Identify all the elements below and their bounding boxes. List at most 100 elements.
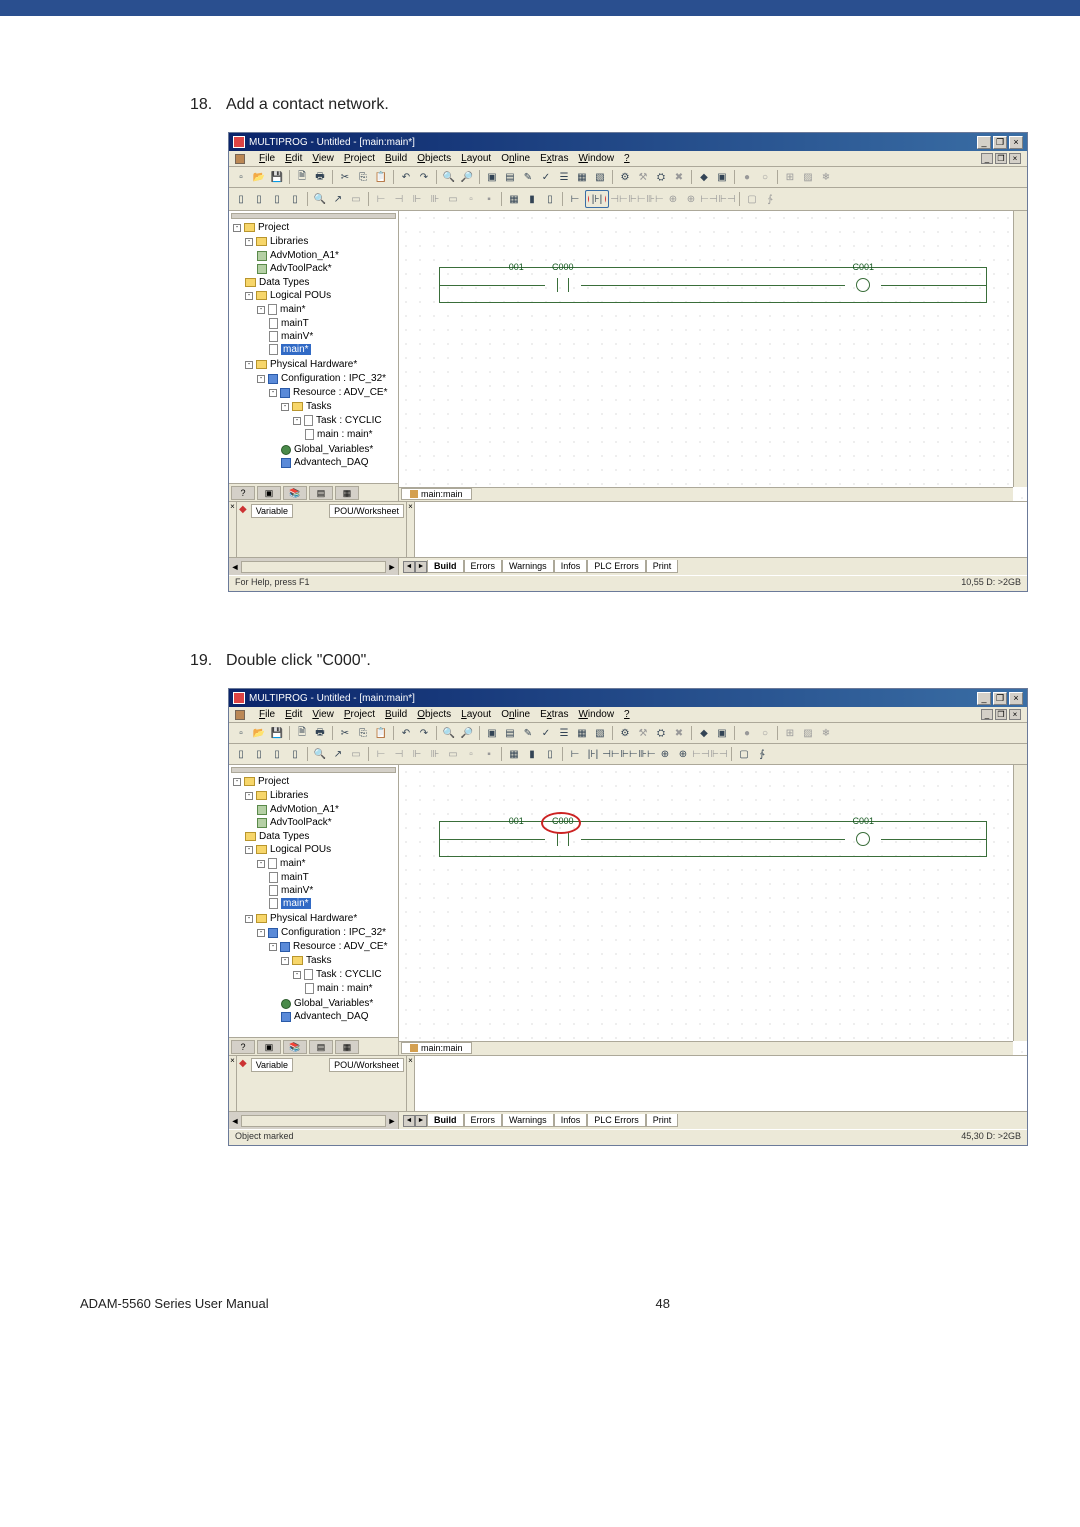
block-icon-2[interactable]: ▭ [445, 746, 461, 762]
coil-right-icon[interactable]: ⊕ [665, 191, 681, 207]
canvas-hscroll[interactable]: main:main [399, 487, 1013, 501]
mdi-min-button[interactable]: _ [981, 153, 993, 164]
worksheet-1-icon[interactable]: ▯ [233, 191, 249, 207]
overwrite-icon-2[interactable]: ▨ [800, 725, 816, 741]
project-control-icon[interactable]: ◆ [696, 169, 712, 185]
print-preview-icon[interactable]: 🗎 [294, 169, 310, 185]
output-tab-warnings[interactable]: Warnings [502, 560, 554, 573]
tree-lib-2-2[interactable]: AdvToolPack* [257, 816, 396, 829]
tree-tab-help-2[interactable]: ? [231, 1040, 255, 1054]
tree-tab-lib-2[interactable]: 📚 [283, 1040, 307, 1054]
tree-maint-2[interactable]: mainT [269, 871, 396, 884]
tree-tasks-2[interactable]: -Tasks [281, 954, 396, 967]
var-header-variable-2[interactable]: Variable [251, 1058, 293, 1072]
tree-lib-2[interactable]: AdvToolPack* [257, 262, 396, 275]
menu-file[interactable]: File [259, 153, 275, 164]
overwrite-icon[interactable]: ▨ [800, 169, 816, 185]
connect-3-icon-2[interactable]: ⊩ [409, 746, 425, 762]
make-icon-2[interactable]: ⚙ [617, 725, 633, 741]
contact-c000[interactable]: 001 C000 [545, 278, 581, 292]
worksheet-1-icon-2[interactable]: ▯ [233, 746, 249, 762]
panel-2-icon[interactable]: ▤ [502, 169, 518, 185]
canvas-hscroll-2[interactable]: main:main [399, 1041, 1013, 1055]
output-tab-plcerrors[interactable]: PLC Errors [587, 560, 646, 573]
worksheet-4-icon-2[interactable]: ▯ [287, 746, 303, 762]
tree-maint[interactable]: mainT [269, 317, 396, 330]
tree-task-2[interactable]: -Task : CYCLIC [293, 968, 396, 981]
stop-build-icon-2[interactable]: ✖ [671, 725, 687, 741]
tree-main-2[interactable]: -main* [257, 857, 396, 870]
zoom-in-icon-2[interactable]: 🔍 [441, 725, 457, 741]
var-header-pou[interactable]: POU/Worksheet [329, 504, 404, 518]
canvas-vscroll-2[interactable] [1013, 765, 1027, 1041]
tree-globals[interactable]: Global_Variables* [281, 443, 396, 456]
zoom-in-icon[interactable]: 🔍 [441, 169, 457, 185]
tree-root-2[interactable]: -Project [233, 775, 396, 788]
mdi-close-button-2[interactable]: × [1009, 709, 1021, 720]
connect-3-icon[interactable]: ⊩ [409, 191, 425, 207]
menu-view-2[interactable]: View [312, 709, 334, 720]
tree-mainv-2[interactable]: mainV* [269, 884, 396, 897]
canvas-tab-main-2[interactable]: main:main [401, 1042, 472, 1054]
tree-lib-1-2[interactable]: AdvMotion_A1* [257, 803, 396, 816]
mark-icon[interactable]: ▭ [348, 191, 364, 207]
print-icon[interactable]: 🖶 [312, 169, 328, 185]
func-icon[interactable]: ∱ [762, 191, 778, 207]
var-lookup-icon[interactable]: 🔍 [312, 191, 328, 207]
grid-icon-2[interactable]: ▦ [506, 746, 522, 762]
panel-4-icon-2[interactable]: ▦ [574, 725, 590, 741]
rebuild-icon[interactable]: ⛭ [653, 169, 669, 185]
var-header-variable[interactable]: Variable [251, 504, 293, 518]
debug-off-icon-2[interactable]: ○ [757, 725, 773, 741]
menu-help-2[interactable]: ? [624, 709, 630, 720]
paste-icon[interactable]: 📋 [373, 169, 389, 185]
menu-layout-2[interactable]: Layout [461, 709, 491, 720]
force-icon-2[interactable]: ⊞ [782, 725, 798, 741]
force-icon[interactable]: ⊞ [782, 169, 798, 185]
debug-off-icon[interactable]: ○ [757, 169, 773, 185]
menu-build[interactable]: Build [385, 153, 407, 164]
zoom-out-icon[interactable]: 🔎 [459, 169, 475, 185]
worksheet-2-icon-2[interactable]: ▯ [251, 746, 267, 762]
download-icon-2[interactable]: ▣ [714, 725, 730, 741]
contact-right-icon-2[interactable]: ⊣⊢ [603, 746, 619, 762]
output-tab-next-2[interactable]: ► [415, 1115, 427, 1127]
contact-below-icon-2[interactable]: ⊪⊢ [639, 746, 655, 762]
save-icon[interactable]: 💾 [269, 169, 285, 185]
output-tab-print[interactable]: Print [646, 560, 679, 573]
toggle-1-icon-2[interactable]: ⊢⊣ [693, 746, 709, 762]
tree-tasks[interactable]: -Tasks [281, 400, 396, 413]
tree-tab-inst[interactable]: ▦ [335, 486, 359, 500]
tree-resource-2[interactable]: -Resource : ADV_CE* [269, 940, 396, 953]
fb-icon[interactable]: ▢ [744, 191, 760, 207]
toggle-2-icon-2[interactable]: ⊩⊣ [711, 746, 727, 762]
menu-online[interactable]: Online [501, 153, 530, 164]
canvas-tab-main[interactable]: main:main [401, 488, 472, 500]
tree-tab-pou-2[interactable]: ▣ [257, 1040, 281, 1054]
menu-edit[interactable]: Edit [285, 153, 302, 164]
undo-icon[interactable]: ↶ [398, 169, 414, 185]
maximize-button-2[interactable]: ❐ [993, 692, 1007, 705]
output-tab-errors[interactable]: Errors [464, 560, 503, 573]
worksheet-3-icon[interactable]: ▯ [269, 191, 285, 207]
tree-tab-help[interactable]: ? [231, 486, 255, 500]
menu-project-2[interactable]: Project [344, 709, 375, 720]
contact-above-icon-2[interactable]: ⊩⊢ [621, 746, 637, 762]
menu-file-2[interactable]: File [259, 709, 275, 720]
contact-network-icon-2[interactable]: |⊦| [585, 746, 601, 762]
tree-task-main-2[interactable]: main : main* [305, 982, 396, 995]
var-handle-right[interactable]: × [407, 502, 415, 557]
contact-above-icon[interactable]: ⊩⊢ [629, 191, 645, 207]
print-preview-icon-2[interactable]: 🗎 [294, 725, 310, 741]
tree-root[interactable]: -Project [233, 221, 396, 234]
mdi-max-button-2[interactable]: ❐ [995, 709, 1007, 720]
debug-on-icon[interactable]: ● [739, 169, 755, 185]
network-left-icon-2[interactable]: ⊢ [567, 746, 583, 762]
network-left-icon[interactable]: ⊢ [567, 191, 583, 207]
connect-1-icon-2[interactable]: ⊢ [373, 746, 389, 762]
edit-wizard-icon[interactable]: ✎ [520, 169, 536, 185]
tree-adv-2[interactable]: Advantech_DAQ [281, 1010, 396, 1023]
pointer-icon[interactable]: ↗ [330, 191, 346, 207]
canvas-vscroll[interactable] [1013, 211, 1027, 487]
new-icon[interactable]: ▫ [233, 169, 249, 185]
